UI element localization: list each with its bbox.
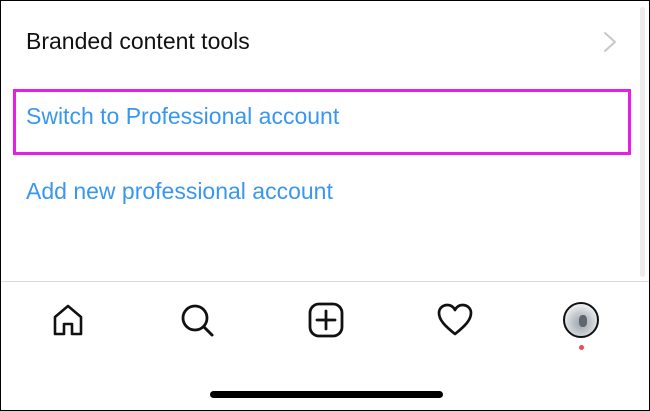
- heart-icon: [437, 303, 473, 336]
- add-new-professional-label: Add new professional account: [26, 177, 333, 204]
- screen: Branded content tools Switch to Professi…: [0, 0, 650, 411]
- tab-home[interactable]: [48, 300, 88, 340]
- add-new-professional-link[interactable]: Add new professional account: [1, 171, 637, 211]
- notification-dot: [579, 345, 584, 350]
- tab-activity[interactable]: [435, 300, 475, 340]
- search-icon: [181, 304, 214, 337]
- scrollbar[interactable]: [640, 7, 645, 277]
- menu-item-label: Branded content tools: [26, 27, 250, 54]
- profile-avatar: [563, 302, 599, 338]
- bottom-tab-bar: [1, 282, 649, 362]
- menu-item-branded-content-tools[interactable]: Branded content tools: [1, 19, 637, 63]
- tab-search[interactable]: [177, 300, 217, 340]
- home-indicator[interactable]: [210, 391, 443, 398]
- highlight-box: [13, 89, 631, 155]
- tab-profile[interactable]: [561, 300, 601, 340]
- tab-new-post[interactable]: [306, 300, 346, 340]
- chevron-right-icon: [604, 32, 616, 52]
- new-post-icon: [308, 302, 344, 338]
- home-icon: [53, 304, 83, 336]
